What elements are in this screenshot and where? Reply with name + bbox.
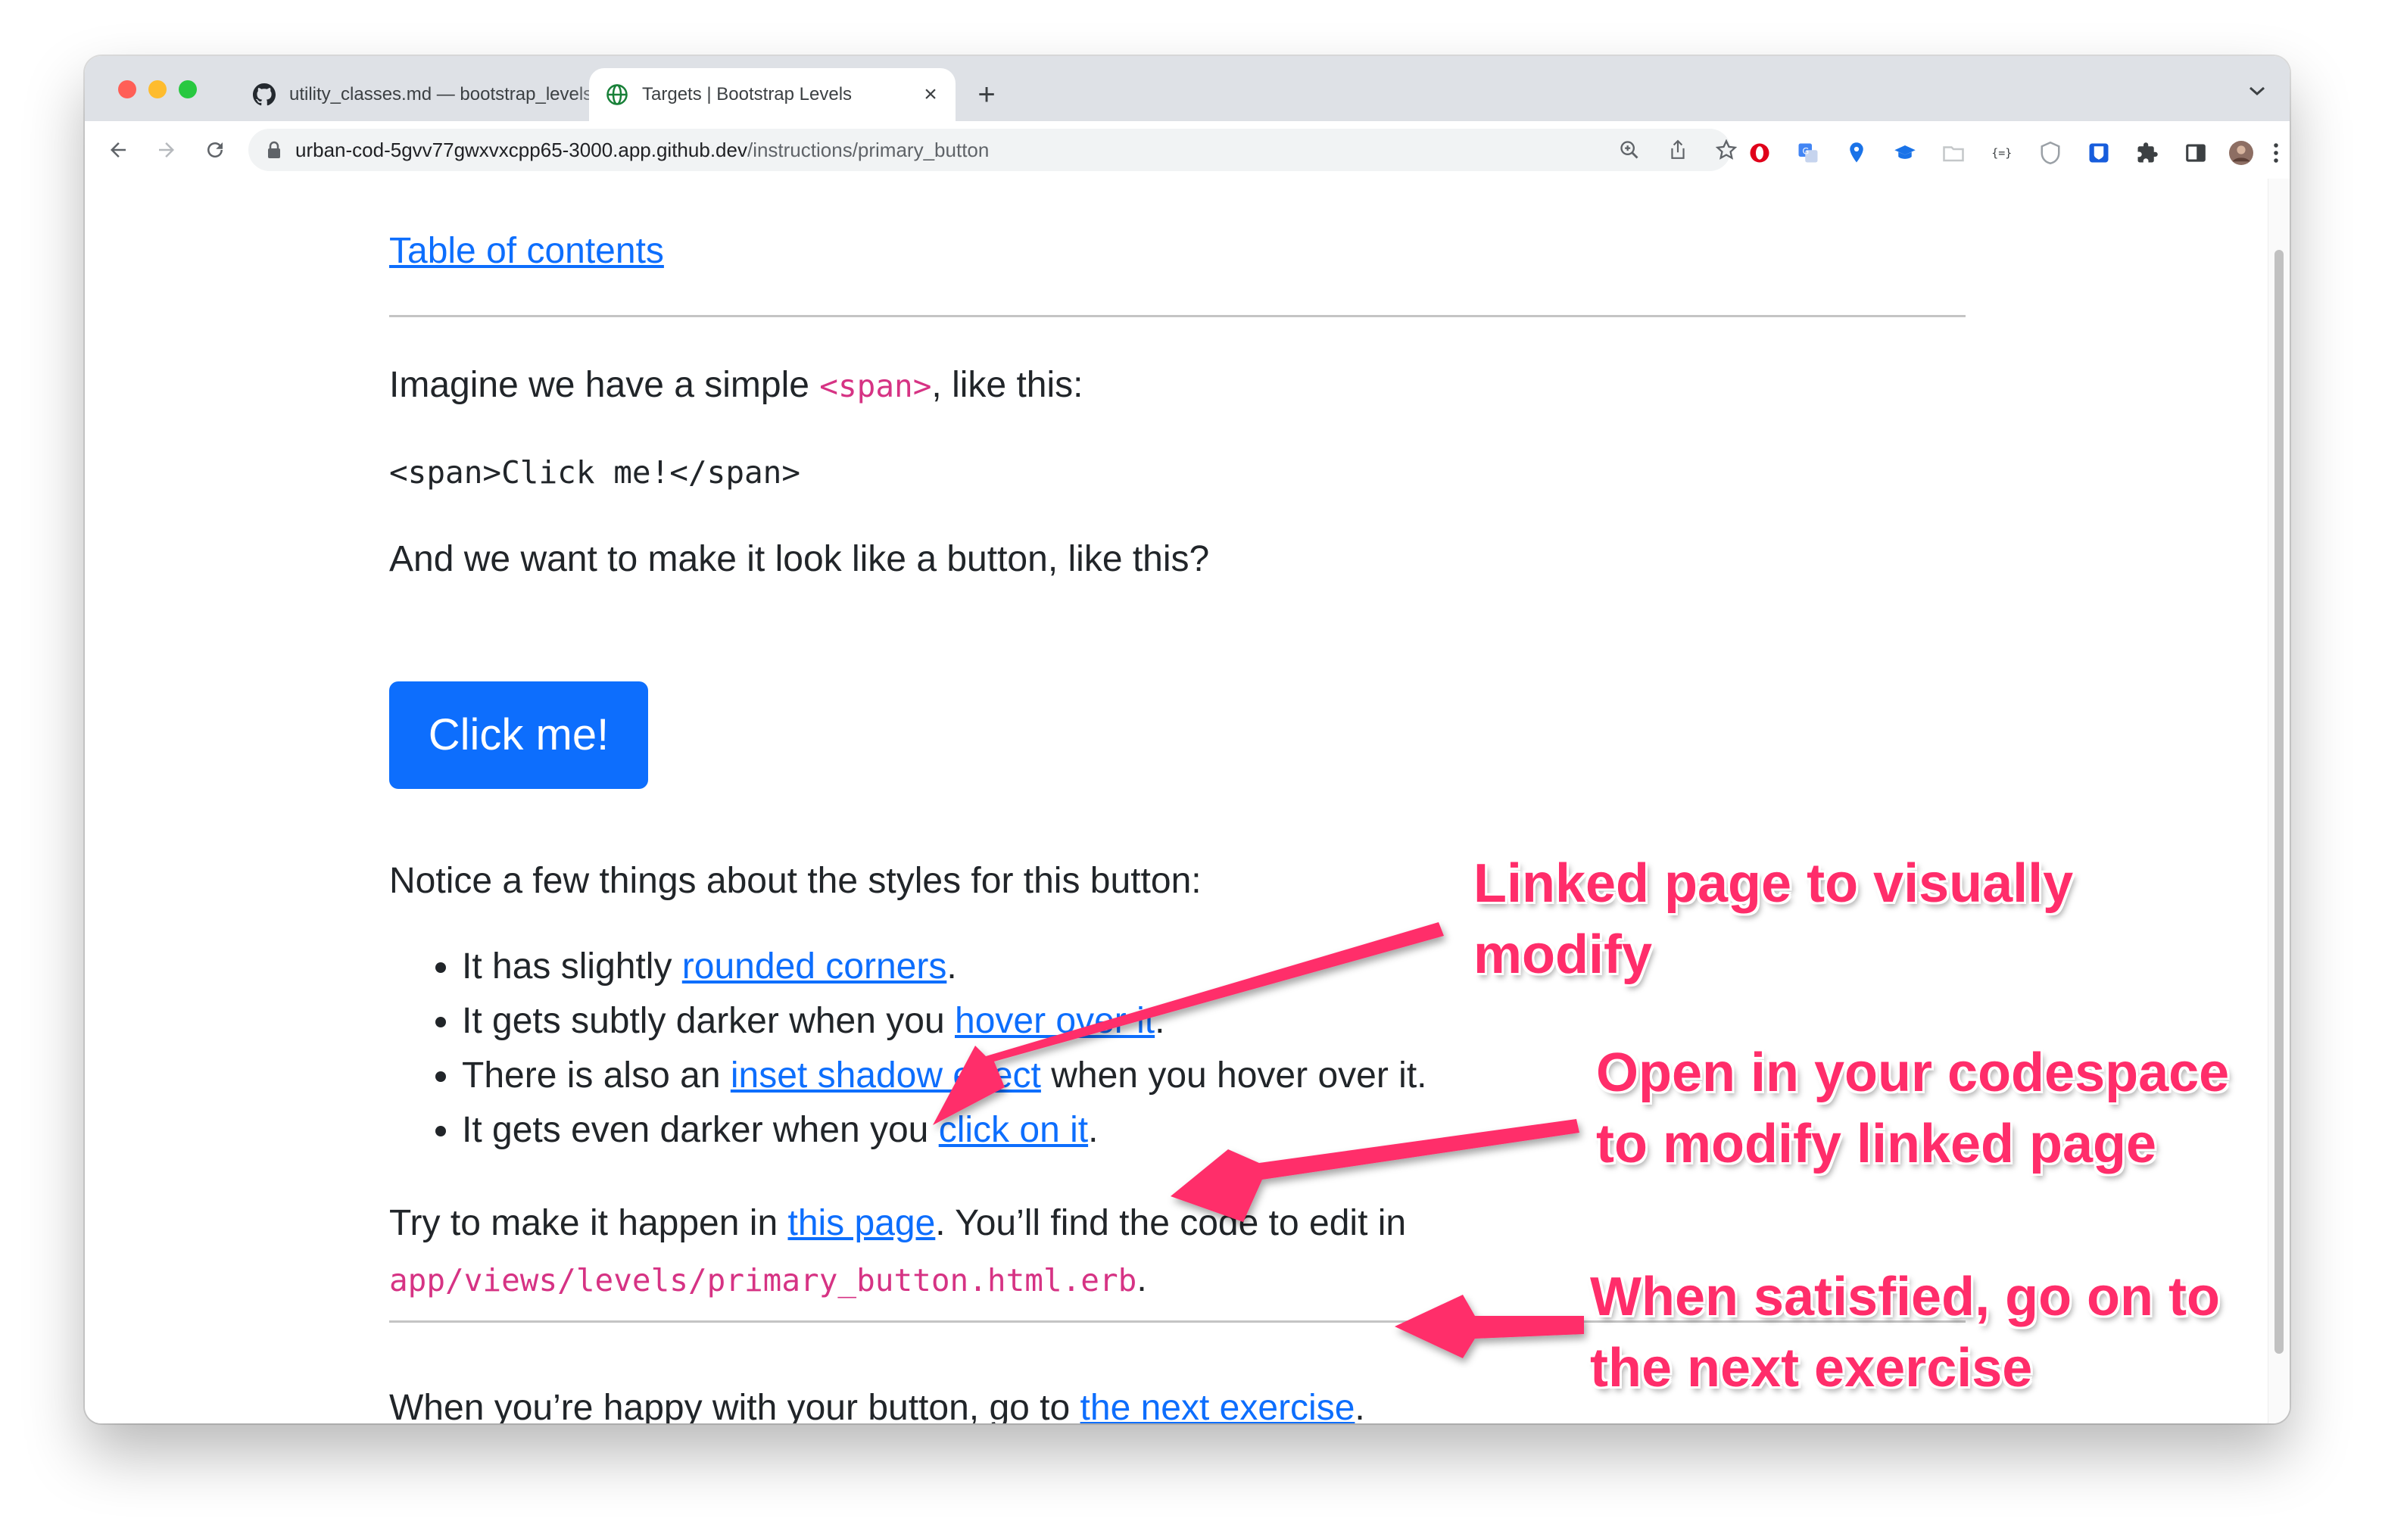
toc-link[interactable]: Table of contents xyxy=(389,231,664,271)
rounded-corners-link[interactable]: rounded corners xyxy=(682,946,947,987)
tab-search-chevron-icon[interactable] xyxy=(2246,82,2268,100)
svg-text:G: G xyxy=(1803,146,1810,156)
map-pin-extension-icon[interactable] xyxy=(1844,141,1869,165)
translate-extension-icon[interactable]: G xyxy=(1796,141,1820,165)
tab-strip: utility_classes.md — bootstrap_levels × … xyxy=(85,56,2290,121)
file-path-paragraph: app/views/levels/primary_button.html.erb… xyxy=(389,1259,1147,1299)
puzzle-extensions-icon[interactable] xyxy=(2135,141,2159,165)
profile-avatar[interactable] xyxy=(2229,141,2253,165)
forward-button[interactable] xyxy=(148,132,185,168)
list-item: It gets subtly darker when you hover ove… xyxy=(462,994,1427,1049)
json-formatter-extension-icon[interactable]: {=} xyxy=(1990,141,2014,165)
page-viewport: Table of contents Imagine we have a simp… xyxy=(85,179,2290,1423)
browser-window: utility_classes.md — bootstrap_levels × … xyxy=(85,56,2290,1423)
try-paragraph: Try to make it happen in this page. You’… xyxy=(389,1203,1407,1243)
next-exercise-link[interactable]: the next exercise xyxy=(1080,1388,1355,1423)
reload-button[interactable] xyxy=(197,132,233,168)
forward-arrow-icon xyxy=(159,142,174,157)
svg-text:{=}: {=} xyxy=(1991,146,2012,160)
back-arrow-icon xyxy=(111,142,126,157)
url-path: /instructions/primary_button xyxy=(747,139,990,161)
click-on-it-link[interactable]: click on it xyxy=(939,1110,1088,1150)
scrollbar[interactable] xyxy=(2268,179,2290,1423)
list-item: There is also an inset shadow effect whe… xyxy=(462,1049,1427,1103)
notice-paragraph: Notice a few things about the styles for… xyxy=(389,861,1202,901)
folder-extension-icon[interactable] xyxy=(1941,141,1966,165)
style-notes-list: It has slightly rounded corners. It gets… xyxy=(389,940,1427,1158)
shield-extension-icon[interactable] xyxy=(2038,141,2062,165)
list-item: It has slightly rounded corners. xyxy=(462,940,1427,994)
close-window-button[interactable] xyxy=(118,80,136,98)
annotation-linked-page: Linked page to visually modify xyxy=(1473,853,2074,985)
next-paragraph: When you’re happy with your button, go t… xyxy=(389,1381,1365,1423)
github-icon xyxy=(251,82,277,108)
inline-code: <span> xyxy=(819,368,932,404)
browser-toolbar: urban-cod-5gvv77gwxvxcpp65-3000.app.gith… xyxy=(85,121,2290,180)
inset-shadow-effect-link[interactable]: inset shadow effect xyxy=(731,1055,1041,1096)
globe-icon xyxy=(604,82,630,108)
kebab-menu-icon[interactable] xyxy=(2264,141,2288,165)
url-text[interactable]: urban-cod-5gvv77gwxvxcpp65-3000.app.gith… xyxy=(295,129,989,171)
close-tab-icon[interactable]: × xyxy=(919,82,942,107)
annotation-next-exercise: When satisfied, go on to the next exercis… xyxy=(1590,1267,2220,1398)
scrollbar-thumb[interactable] xyxy=(2274,250,2284,1354)
bookmark-star-icon[interactable] xyxy=(1714,138,1738,162)
want-paragraph: And we want to make it look like a butto… xyxy=(389,539,1210,579)
annotation-codespace: Open in your codespace to modify linked p… xyxy=(1596,1043,2230,1174)
click-me-button[interactable]: Click me! xyxy=(389,681,648,789)
divider xyxy=(389,315,1966,317)
side-panel-icon[interactable] xyxy=(2184,141,2208,165)
lock-icon xyxy=(268,141,280,158)
intro-paragraph: Imagine we have a simple <span>, like th… xyxy=(389,365,1083,405)
address-bar[interactable]: urban-cod-5gvv77gwxvxcpp65-3000.app.gith… xyxy=(248,129,1737,171)
url-host: urban-cod-5gvv77gwxvxcpp65-3000.app.gith… xyxy=(295,139,747,161)
hover-over-it-link[interactable]: hover over it xyxy=(955,1001,1155,1041)
reload-icon xyxy=(207,142,223,157)
tab-targets[interactable]: Targets | Bootstrap Levels × xyxy=(589,68,956,121)
code-example: <span>Click me!</span> xyxy=(389,454,801,491)
new-tab-button[interactable]: + xyxy=(968,76,1005,114)
this-page-link[interactable]: this page xyxy=(787,1203,935,1243)
tab-title: utility_classes.md — bootstrap_levels xyxy=(289,84,593,104)
list-item: It gets even darker when you click on it… xyxy=(462,1103,1427,1158)
share-icon[interactable] xyxy=(1666,138,1690,162)
back-button[interactable] xyxy=(100,132,136,168)
zoom-icon[interactable] xyxy=(1617,138,1642,162)
file-path-code: app/views/levels/primary_button.html.erb xyxy=(389,1262,1137,1298)
graduation-cap-extension-icon[interactable] xyxy=(1893,141,1917,165)
opera-extension-icon[interactable] xyxy=(1748,141,1772,165)
minimize-window-button[interactable] xyxy=(148,80,167,98)
bitwarden-extension-icon[interactable] xyxy=(2087,141,2111,165)
tab-title: Targets | Bootstrap Levels xyxy=(642,84,853,104)
maximize-window-button[interactable] xyxy=(179,80,197,98)
